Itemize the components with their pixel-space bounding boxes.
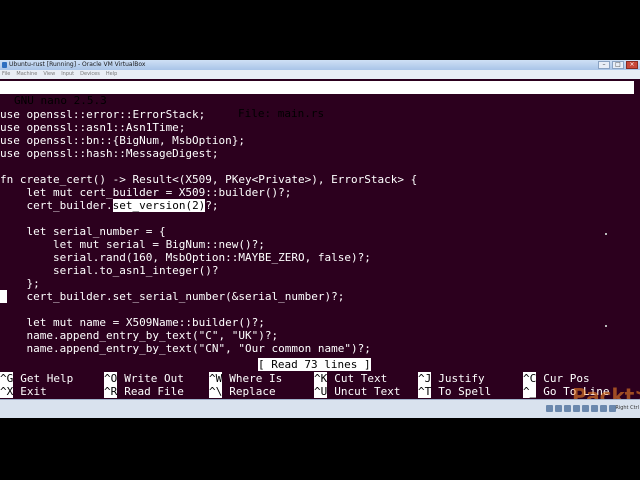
code-line[interactable]: let serial_number = { — [0, 225, 165, 238]
shortcut-key: ^R — [104, 385, 118, 398]
host-key-label: Right Ctrl — [615, 405, 639, 411]
window-controls: – □ × — [598, 61, 638, 69]
shortcut-key: ^X — [0, 385, 14, 398]
menu-help[interactable]: Help — [106, 70, 117, 79]
shortcut-key: ^G — [0, 372, 14, 385]
status-message: [ Read 73 lines ] — [258, 358, 371, 371]
code-line[interactable]: }; — [0, 277, 39, 290]
shortcut-read-file[interactable]: ^R Read File — [104, 385, 184, 398]
code-line[interactable]: use openssl::bn::{BigNum, MsbOption}; — [0, 134, 245, 147]
scroll-marker — [605, 325, 607, 327]
selected-text[interactable]: set_version(2) — [112, 199, 206, 212]
shortcut-exit[interactable]: ^X Exit — [0, 385, 47, 398]
nano-filename: File: main.rs — [238, 107, 325, 120]
usb-icon[interactable] — [564, 405, 571, 412]
shortcut-key: ^\ — [209, 385, 223, 398]
virtualbox-window: Ubuntu-rust [Running] - Oracle VM Virtua… — [0, 60, 640, 418]
code-line[interactable]: cert_builder.set_serial_number(&serial_n… — [0, 290, 344, 303]
shared-folder-icon[interactable] — [582, 405, 589, 412]
network-icon[interactable] — [573, 405, 580, 412]
shortcut-justify[interactable]: ^J Justify — [418, 372, 485, 385]
shortcut-label: Where Is — [229, 372, 283, 385]
window-title: Ubuntu-rust [Running] - Oracle VM Virtua… — [9, 61, 146, 68]
shortcut-where-is[interactable]: ^W Where Is — [209, 372, 282, 385]
code-line[interactable]: use openssl::asn1::Asn1Time; — [0, 121, 185, 134]
shortcut-key: ^_ — [523, 385, 537, 398]
disk-icon[interactable] — [546, 405, 553, 412]
code-line[interactable]: use openssl::hash::MessageDigest; — [0, 147, 219, 160]
terminal[interactable]: GNU nano 2.5.3 File: main.rs use openssl… — [0, 79, 640, 408]
menu-view[interactable]: View — [43, 70, 55, 79]
menu-bar: File Machine View Input Devices Help — [0, 70, 640, 79]
shortcut-write-out[interactable]: ^O Write Out — [104, 372, 184, 385]
window-titlebar[interactable]: Ubuntu-rust [Running] - Oracle VM Virtua… — [0, 60, 640, 70]
code-line[interactable]: let mut serial = BigNum::new()?; — [0, 238, 265, 251]
code-line[interactable]: serial.rand(160, MsbOption::MAYBE_ZERO, … — [0, 251, 371, 264]
virtualbox-statusbar: Right Ctrl — [0, 399, 640, 418]
code-suffix: ?; — [205, 199, 219, 212]
shortcut-label: Cut Text — [334, 372, 388, 385]
shortcut-key: ^K — [314, 372, 328, 385]
shortcut-key: ^W — [209, 372, 223, 385]
code-prefix: cert_builder. — [0, 199, 113, 212]
virtualbox-icon — [2, 62, 7, 68]
minimize-button[interactable]: – — [598, 61, 610, 69]
shortcut-replace[interactable]: ^\ Replace — [209, 385, 276, 398]
shortcut-get-help[interactable]: ^G Get Help — [0, 372, 73, 385]
shortcut-label: Replace — [229, 385, 276, 398]
shortcut-label: Exit — [20, 385, 47, 398]
shortcut-cut-text[interactable]: ^K Cut Text — [314, 372, 387, 385]
optical-drive-icon[interactable] — [555, 405, 562, 412]
code-line[interactable]: name.append_entry_by_text("C", "UK")?; — [0, 329, 278, 342]
code-line[interactable]: name.append_entry_by_text("CN", "Our com… — [0, 342, 370, 355]
shortcut-key: ^O — [104, 372, 118, 385]
code-line[interactable]: fn create_cert() -> Result<(X509, PKey<P… — [0, 173, 417, 186]
close-button[interactable]: × — [626, 61, 638, 69]
menu-input[interactable]: Input — [61, 70, 74, 79]
code-line-selected[interactable]: cert_builder.set_version(2)?; — [0, 199, 219, 212]
shortcut-to-spell[interactable]: ^T To Spell — [418, 385, 491, 398]
shortcut-key: ^U — [314, 385, 328, 398]
code-line[interactable]: let mut cert_builder = X509::builder()?; — [0, 186, 291, 199]
status-tray — [546, 405, 616, 412]
shortcut-uncut-text[interactable]: ^U Uncut Text — [314, 385, 400, 398]
text-cursor — [0, 290, 7, 303]
display-icon[interactable] — [591, 405, 598, 412]
shortcut-label: Write Out — [124, 372, 184, 385]
shortcut-key: ^T — [418, 385, 432, 398]
menu-machine[interactable]: Machine — [16, 70, 37, 79]
nano-version: GNU nano 2.5.3 — [14, 94, 107, 107]
shortcut-label: Read File — [124, 385, 184, 398]
maximize-button[interactable]: □ — [612, 61, 624, 69]
shortcut-key: ^J — [418, 372, 432, 385]
code-line[interactable]: let mut name = X509Name::builder()?; — [0, 316, 264, 329]
menu-devices[interactable]: Devices — [80, 70, 100, 79]
shortcut-label: Get Help — [20, 372, 74, 385]
video-capture-icon[interactable] — [600, 405, 607, 412]
nano-titlebar: GNU nano 2.5.3 File: main.rs — [0, 81, 634, 120]
code-line[interactable]: serial.to_asn1_integer()? — [0, 264, 219, 277]
code-line[interactable]: use openssl::error::ErrorStack; — [0, 108, 205, 121]
shortcut-label: Uncut Text — [334, 385, 401, 398]
shortcut-label: Justify — [438, 372, 485, 385]
shortcut-key: ^C — [523, 372, 537, 385]
shortcut-label: To Spell — [438, 385, 492, 398]
menu-file[interactable]: File — [2, 70, 10, 79]
scroll-marker — [605, 233, 607, 235]
